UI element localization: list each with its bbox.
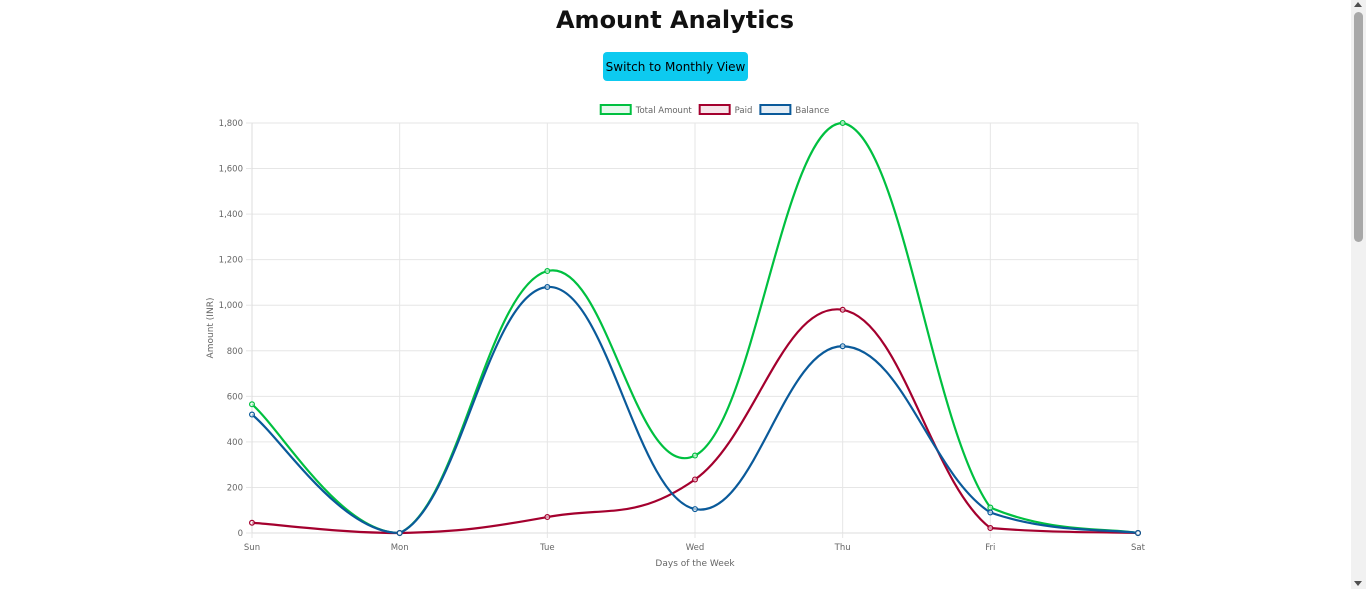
page-scrollbar[interactable] <box>1351 0 1366 589</box>
y-tick-label: 1,000 <box>219 301 243 311</box>
x-axis-ticks: Sun Mon Tue Wed Thu Fri Sat <box>244 533 1146 553</box>
data-point[interactable] <box>396 529 403 536</box>
y-tick-label: 200 <box>227 483 243 493</box>
legend-item-2[interactable]: Balance <box>759 104 829 116</box>
x-tick-label: Tue <box>539 543 555 553</box>
scroll-thumb[interactable] <box>1354 12 1363 242</box>
data-point[interactable] <box>839 119 846 126</box>
y-tick-label: 1,800 <box>219 119 243 129</box>
legend-label: Balance <box>795 106 829 116</box>
y-axis-label: Amount (INR) <box>206 298 216 359</box>
data-point[interactable] <box>544 268 551 275</box>
data-point[interactable] <box>987 504 994 511</box>
y-tick-label: 1,400 <box>219 210 243 220</box>
x-tick-label: Sun <box>244 543 260 553</box>
amount-line-chart: 0 200 400 600 800 1,000 1,200 1,400 1,600 1,800 S… <box>206 104 1146 569</box>
data-point[interactable] <box>987 509 994 516</box>
data-point[interactable] <box>839 343 846 350</box>
grid-lines <box>251 122 1139 534</box>
data-point[interactable] <box>1134 529 1141 536</box>
data-point[interactable] <box>691 452 698 459</box>
legend-item-1[interactable]: Paid <box>698 104 753 116</box>
data-point[interactable] <box>691 476 698 483</box>
data-point[interactable] <box>249 519 256 526</box>
y-tick-label: 400 <box>227 438 243 448</box>
data-point[interactable] <box>839 306 846 313</box>
legend-label: Total Amount <box>635 106 693 116</box>
scroll-down-arrow-icon[interactable] <box>1354 581 1362 586</box>
legend-swatch <box>698 104 731 115</box>
legend-item-0[interactable]: Total Amount <box>599 104 693 116</box>
data-point[interactable] <box>249 401 256 408</box>
x-tick-label: Fri <box>985 543 995 553</box>
data-point[interactable] <box>544 514 551 521</box>
y-tick-label: 0 <box>238 529 243 539</box>
y-tick-label: 1,600 <box>219 165 243 175</box>
x-axis-label: Days of the Week <box>655 559 735 569</box>
legend-swatch <box>599 104 632 115</box>
y-axis-ticks: 0 200 400 600 800 1,000 1,200 1,400 1,600 1,800 <box>219 119 252 539</box>
scroll-up-arrow-icon[interactable] <box>1354 2 1362 7</box>
chart-legend[interactable]: Total Amount Paid Balance <box>599 104 830 116</box>
data-point[interactable] <box>691 506 698 513</box>
legend-label: Paid <box>735 106 753 116</box>
x-tick-label: Sat <box>1131 543 1146 553</box>
y-tick-label: 1,200 <box>219 256 243 266</box>
x-tick-label: Thu <box>834 543 851 553</box>
y-tick-label: 600 <box>227 392 243 402</box>
data-point[interactable] <box>987 524 994 531</box>
data-point[interactable] <box>249 411 256 418</box>
x-tick-label: Wed <box>686 543 705 553</box>
x-tick-label: Mon <box>391 543 409 553</box>
data-point[interactable] <box>544 284 551 291</box>
y-tick-label: 800 <box>227 347 243 357</box>
legend-swatch <box>759 104 792 115</box>
